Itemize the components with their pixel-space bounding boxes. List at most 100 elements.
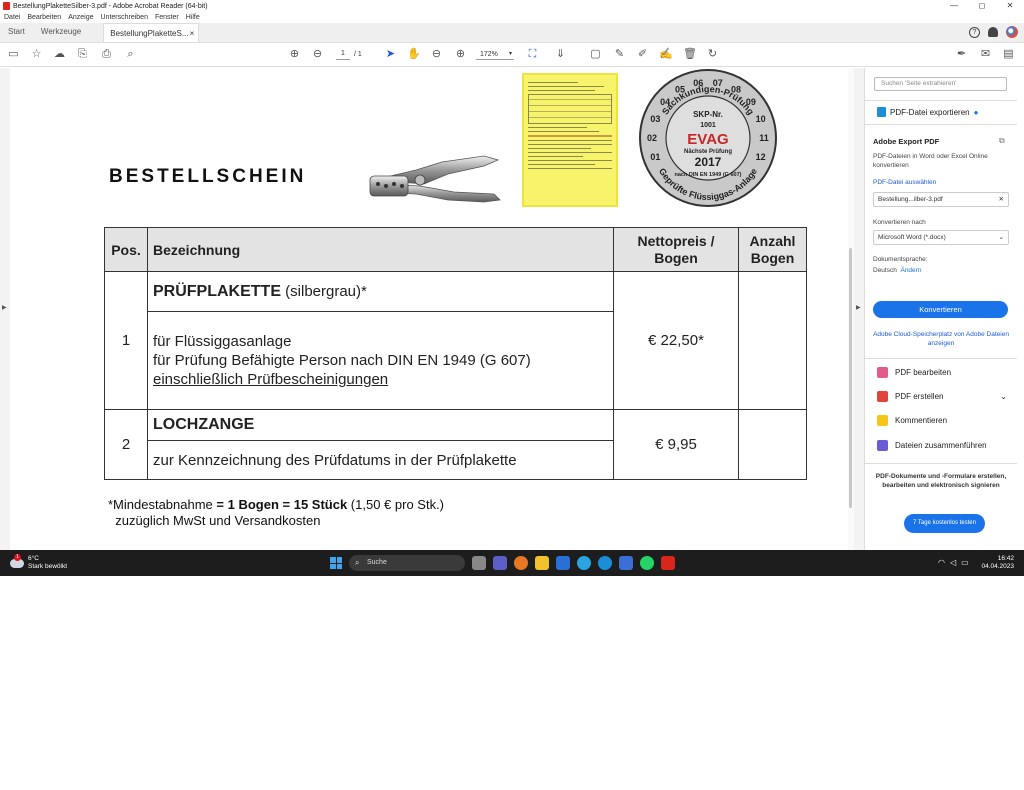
- tool-pdf-bearbeiten[interactable]: PDF bearbeiten: [877, 367, 951, 378]
- seal-ring-number: 12: [756, 152, 766, 162]
- divider: [865, 358, 1017, 359]
- page-number-input[interactable]: 1: [336, 48, 350, 60]
- expand-left-panel-icon[interactable]: ▶: [2, 304, 7, 311]
- highlight-pen-icon[interactable]: ✎: [613, 48, 626, 61]
- zoom-select[interactable]: 172%: [476, 49, 514, 60]
- share-file-icon[interactable]: ⎘: [76, 48, 89, 61]
- fill-sign-icon[interactable]: ✍: [659, 48, 673, 61]
- store-icon[interactable]: [556, 556, 570, 570]
- mail-icon[interactable]: [619, 556, 633, 570]
- convert-format-value: Microsoft Word (*.docx): [878, 234, 946, 241]
- whatsapp-icon[interactable]: [640, 556, 654, 570]
- comment-tool-icon: [877, 415, 888, 426]
- search-icon[interactable]: ⌕: [124, 48, 137, 61]
- teams-chat-icon[interactable]: [493, 556, 507, 570]
- task-view-icon[interactable]: [472, 556, 486, 570]
- adobe-export-description: PDF-Dateien in Word oder Excel Online ko…: [873, 153, 988, 169]
- convert-button[interactable]: Konvertieren: [873, 301, 1008, 318]
- row1-quantity-cell[interactable]: [738, 271, 807, 410]
- save-icon[interactable]: ▭: [7, 48, 20, 61]
- rotate-icon[interactable]: ↻: [706, 48, 719, 61]
- taskbar-search[interactable]: ⌕ Suche: [349, 555, 465, 571]
- right-panel-rail[interactable]: ▶: [854, 68, 864, 550]
- select-pdf-link[interactable]: PDF-Datei auswählen: [873, 179, 936, 186]
- email-icon[interactable]: ✉: [979, 48, 992, 61]
- draw-icon[interactable]: ✐: [636, 48, 649, 61]
- change-language-link[interactable]: Ändern: [900, 267, 921, 274]
- scroll-mode-icon[interactable]: ⇓: [554, 48, 567, 61]
- telegram-icon[interactable]: [577, 556, 591, 570]
- account-avatar[interactable]: [1006, 26, 1018, 38]
- weather-widget[interactable]: 1 6°C Stark bewölkt: [10, 553, 68, 571]
- clear-file-icon[interactable]: ✕: [999, 193, 1004, 206]
- menu-fenster[interactable]: Fenster: [155, 14, 179, 21]
- notification-bell-icon[interactable]: [988, 27, 998, 37]
- collapse-right-panel-icon[interactable]: ▶: [856, 304, 861, 311]
- tab-document[interactable]: BestellungPlaketteS... ×: [103, 23, 200, 43]
- maximize-button[interactable]: ◻: [968, 0, 996, 12]
- file-explorer-icon[interactable]: [535, 556, 549, 570]
- free-trial-button[interactable]: 7 Tage kostenlos testen: [904, 514, 985, 533]
- wifi-icon[interactable]: ◠: [938, 558, 945, 567]
- weather-desc: Stark bewölkt: [28, 563, 68, 570]
- tab-werkzeuge[interactable]: Werkzeuge: [33, 22, 89, 42]
- print-icon[interactable]: ⎙: [100, 48, 113, 61]
- battery-icon[interactable]: ▭: [961, 558, 969, 567]
- sidebar-toggle-icon[interactable]: ▤: [1002, 48, 1015, 61]
- tool-kommentieren[interactable]: Kommentieren: [877, 415, 947, 426]
- signature-icon[interactable]: ✒: [955, 48, 968, 61]
- select-cursor-icon[interactable]: ➤: [384, 48, 397, 61]
- divider: [865, 463, 1017, 464]
- zoom-out-icon[interactable]: ⊖: [430, 48, 443, 61]
- tool-dateien-zusammenfuehren[interactable]: Dateien zusammenführen: [877, 440, 987, 451]
- help-icon[interactable]: ?: [969, 26, 980, 38]
- export-pdf-header[interactable]: PDF-Datei exportieren ●: [877, 107, 978, 117]
- fit-page-icon[interactable]: ⛶: [526, 48, 539, 61]
- menu-unterschreiben[interactable]: Unterschreiben: [101, 14, 148, 21]
- selected-file-field[interactable]: Bestellung...ilber-3.pdf ✕: [873, 192, 1009, 207]
- footnote-line2: zuzüglich MwSt und Versandkosten: [115, 513, 321, 528]
- copy-icon[interactable]: ⧉: [999, 136, 1005, 146]
- messenger-icon[interactable]: [598, 556, 612, 570]
- tool-label: Dateien zusammenführen: [895, 441, 987, 450]
- cloud-upload-icon[interactable]: ☁: [53, 48, 66, 61]
- minimize-button[interactable]: —: [940, 0, 968, 12]
- bookmark-star-icon[interactable]: ☆: [30, 48, 43, 61]
- panel-search-input[interactable]: Suchen 'Seite extrahieren': [874, 77, 1007, 91]
- hand-tool-icon[interactable]: ✋: [407, 48, 421, 61]
- left-panel-rail[interactable]: ▶: [0, 68, 10, 550]
- tab-close-icon[interactable]: ×: [190, 24, 195, 43]
- menu-datei[interactable]: Datei: [4, 14, 20, 21]
- scrollbar-thumb[interactable]: [849, 248, 852, 508]
- menu-hilfe[interactable]: Hilfe: [186, 14, 200, 21]
- row2-quantity-cell[interactable]: [738, 409, 807, 480]
- taskbar-clock[interactable]: 16:42 04.04.2023: [981, 555, 1014, 571]
- tab-start[interactable]: Start: [0, 22, 33, 42]
- clock-time: 16:42: [997, 555, 1014, 562]
- delete-trash-icon[interactable]: 🗑: [683, 48, 697, 61]
- page-up-icon[interactable]: ⊕: [288, 48, 301, 61]
- convert-format-select[interactable]: Microsoft Word (*.docx) ⌄: [873, 230, 1009, 245]
- seal-ring-number: 03: [650, 114, 660, 124]
- zoom-in-icon[interactable]: ⊕: [454, 48, 467, 61]
- volume-icon[interactable]: ◁: [950, 558, 956, 567]
- footnote-bold: = 1 Bogen = 15 Stück: [216, 497, 348, 512]
- tab-bar: Start Werkzeuge BestellungPlaketteS... ×…: [0, 23, 1024, 43]
- header-qty: Anzahl Bogen: [738, 227, 807, 272]
- chevron-down-icon[interactable]: ⌄: [1000, 392, 1007, 401]
- header-pos: Pos.: [104, 227, 148, 272]
- tab-bar-actions: ?: [969, 26, 1018, 38]
- divider: [865, 100, 1017, 101]
- row2-price: € 9,95: [613, 409, 739, 480]
- page-down-icon[interactable]: ⊖: [311, 48, 324, 61]
- menu-anzeige[interactable]: Anzeige: [68, 14, 93, 21]
- comment-icon[interactable]: ▢: [589, 48, 602, 61]
- tool-pdf-erstellen[interactable]: PDF erstellen ⌄: [877, 391, 1007, 402]
- close-button[interactable]: ✕: [996, 0, 1024, 12]
- acrobat-taskbar-icon[interactable]: [661, 556, 675, 570]
- cloud-storage-link[interactable]: Adobe Cloud-Speicherplatz von Adobe Date…: [873, 330, 1009, 348]
- info-dot-icon: ●: [973, 107, 979, 117]
- firefox-icon[interactable]: [514, 556, 528, 570]
- windows-start-icon[interactable]: [330, 557, 342, 569]
- menu-bearbeiten[interactable]: Bearbeiten: [27, 14, 61, 21]
